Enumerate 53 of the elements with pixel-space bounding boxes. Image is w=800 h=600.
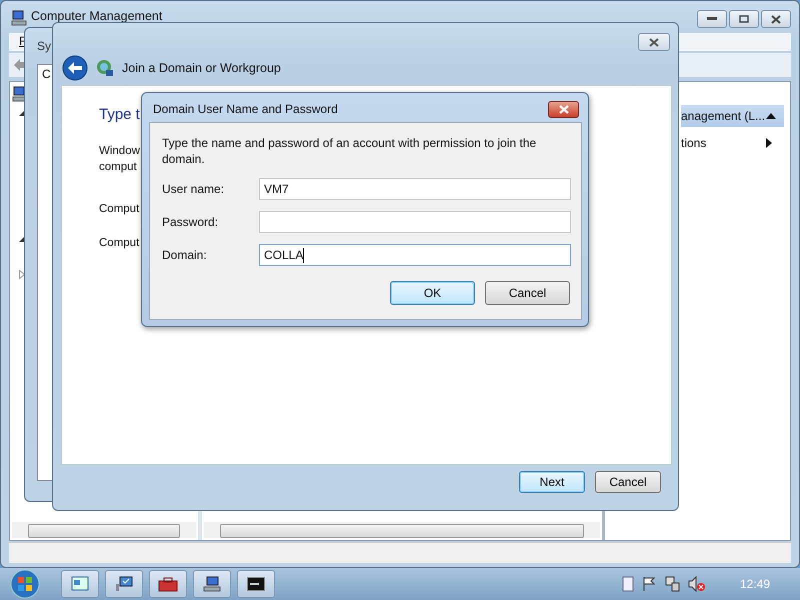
toolbox-icon [158,576,178,592]
maximize-icon [739,15,749,23]
network-icon[interactable] [664,576,680,592]
taskbar-button[interactable] [149,570,187,598]
taskbar-button[interactable] [105,570,143,598]
taskbar-button[interactable] [193,570,231,598]
scroll-bar[interactable] [204,522,600,538]
close-icon [558,105,568,114]
ok-button[interactable]: OK [390,281,475,305]
prompt-text: Type the name and password of an account with permission to join the domain. [162,135,538,167]
close-icon [771,14,781,24]
computer-icon [203,576,221,592]
window-title: Sy [37,39,52,53]
description-text: Window [99,144,140,159]
field-label: Password: [162,215,220,229]
dialog-title: Domain User Name and Password [153,102,338,116]
window-title: Computer Management [31,9,162,23]
actions-item[interactable]: tions [681,134,784,152]
window-icon [71,576,89,592]
field-label: Comput [99,237,140,249]
monitor-icon [115,576,133,592]
scroll-bar[interactable] [12,522,196,538]
console-icon [247,577,265,591]
close-button[interactable] [548,101,579,118]
computer-icon [11,10,27,26]
tab-label[interactable]: C [42,67,51,81]
input-field[interactable]: COLLA [259,244,571,266]
flag-icon[interactable] [642,576,656,592]
field-label: Domain: [162,248,208,262]
document-icon [622,576,634,592]
actions-header[interactable]: anagement (L... [681,105,784,127]
taskbar-button[interactable] [237,570,275,598]
close-button[interactable] [761,10,791,28]
cancel-button[interactable]: Cancel [485,281,570,305]
minimize-button[interactable] [697,10,727,28]
muted-speaker-icon[interactable] [688,576,706,592]
collapse-arrow-icon[interactable] [766,113,776,119]
maximize-button[interactable] [729,10,759,28]
back-button[interactable] [62,55,88,81]
description-text: comput [99,160,138,175]
field-label: User name: [162,182,226,196]
close-icon [649,38,659,46]
field-label: Comput [99,203,140,215]
input-field[interactable]: VM7 [259,178,571,200]
heading: Type t [99,106,140,123]
minimize-icon [707,17,717,21]
submenu-arrow-icon [766,138,772,148]
network-icon [96,59,114,77]
input-field[interactable] [259,211,571,233]
close-button[interactable] [638,33,670,51]
next-button[interactable]: Next [519,471,585,493]
cancel-button[interactable]: Cancel [595,471,661,493]
wizard-title: Join a Domain or Workgroup [122,61,281,75]
